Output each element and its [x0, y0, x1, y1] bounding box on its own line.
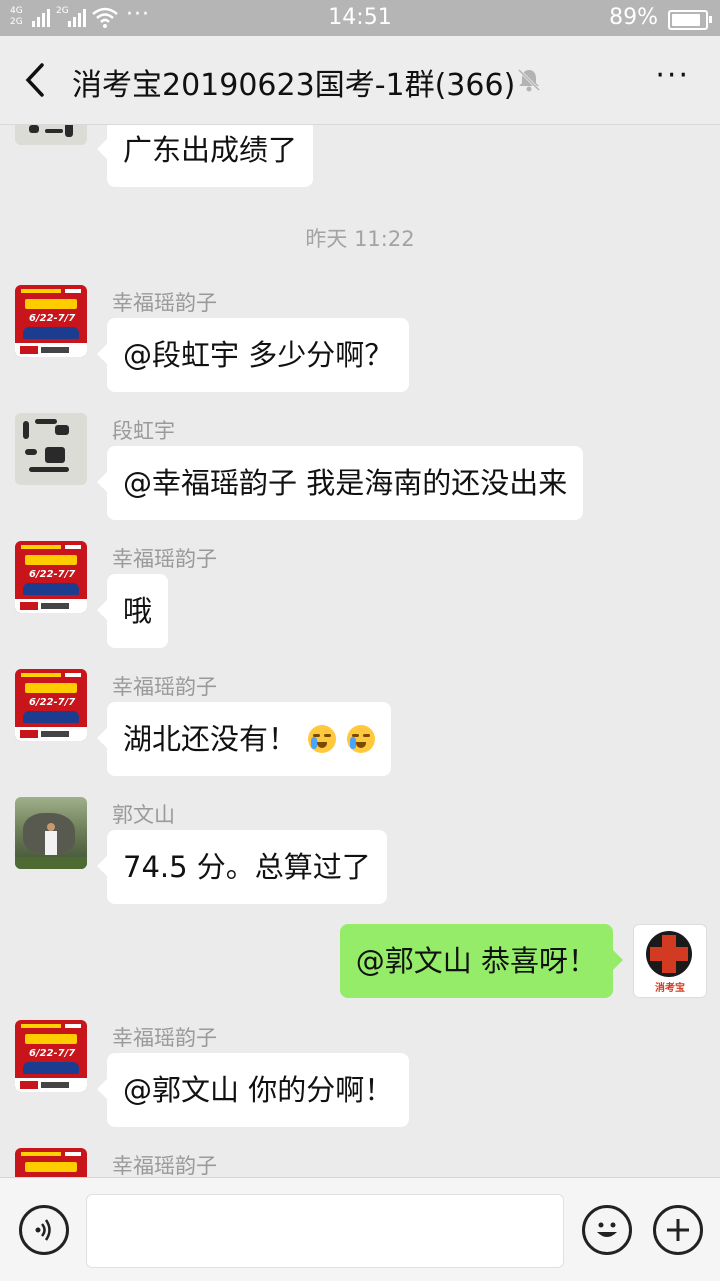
- emoji-icon: [597, 1222, 617, 1237]
- avatar[interactable]: 6/22-7/7: [15, 285, 87, 357]
- sender-name: 幸福瑶韵子: [112, 1154, 217, 1177]
- plus-icon: [667, 1219, 689, 1241]
- avatar[interactable]: 6/22-7/7: [15, 669, 87, 741]
- my-avatar[interactable]: 消考宝: [633, 924, 707, 998]
- mute-bell-icon: [517, 68, 541, 92]
- sender-name: 幸福瑶韵子: [112, 291, 217, 315]
- message-bubble[interactable]: @郭文山 你的分啊！: [96, 1053, 410, 1127]
- sender-name: 幸福瑶韵子: [112, 1026, 217, 1050]
- back-icon[interactable]: [20, 62, 50, 98]
- sender-name: 幸福瑶韵子: [112, 675, 217, 699]
- battery-icon: [668, 10, 712, 30]
- avatar[interactable]: 6/22-7/7: [15, 1020, 87, 1092]
- message-bubble[interactable]: 湖北还没有！: [96, 702, 392, 776]
- message-bubble[interactable]: 广东出成绩了: [96, 125, 314, 187]
- crying-laughing-emoji-icon: [308, 725, 337, 753]
- battery-percent: 89%: [609, 5, 658, 30]
- avatar[interactable]: [15, 125, 87, 145]
- my-message-bubble[interactable]: @郭文山 恭喜呀！: [339, 924, 624, 998]
- input-bar: [0, 1177, 720, 1281]
- message-text: 湖北还没有！: [123, 722, 298, 756]
- status-bar: 4G 2G 2G ··· 14:51 89%: [0, 0, 720, 36]
- message-bubble[interactable]: 哦: [96, 574, 169, 648]
- voice-icon: [35, 1219, 51, 1241]
- message-input[interactable]: [86, 1194, 564, 1268]
- sender-name: 段虹宇: [112, 419, 175, 443]
- crying-laughing-emoji-icon: [347, 725, 376, 753]
- avatar[interactable]: [15, 797, 87, 869]
- chat-header: 消考宝20190623国考-1群(366) ···: [0, 36, 720, 125]
- more-functions-button[interactable]: [653, 1205, 703, 1255]
- message-bubble[interactable]: @段虹宇 多少分啊？: [96, 318, 410, 392]
- timestamp: 昨天 11:22: [305, 227, 415, 251]
- avatar[interactable]: [15, 413, 87, 485]
- sender-name: 郭文山: [112, 803, 175, 827]
- emoji-button[interactable]: [582, 1205, 632, 1255]
- message-list: 广东出成绩了 昨天 11:22 6/22-7/7 幸福瑶韵子 @段虹宇 多少分啊…: [0, 125, 720, 1177]
- sender-name: 幸福瑶韵子: [112, 547, 217, 571]
- chat-title: 消考宝20190623国考-1群(366): [72, 68, 516, 103]
- message-bubble[interactable]: @幸福瑶韵子 我是海南的还没出来: [96, 446, 584, 520]
- avatar[interactable]: 6/22-7/7: [15, 1148, 87, 1177]
- more-options-icon[interactable]: ···: [655, 58, 690, 93]
- message-bubble[interactable]: 74.5 分。总算过了: [97, 830, 387, 904]
- voice-input-button[interactable]: [19, 1205, 69, 1255]
- avatar[interactable]: 6/22-7/7: [15, 541, 87, 613]
